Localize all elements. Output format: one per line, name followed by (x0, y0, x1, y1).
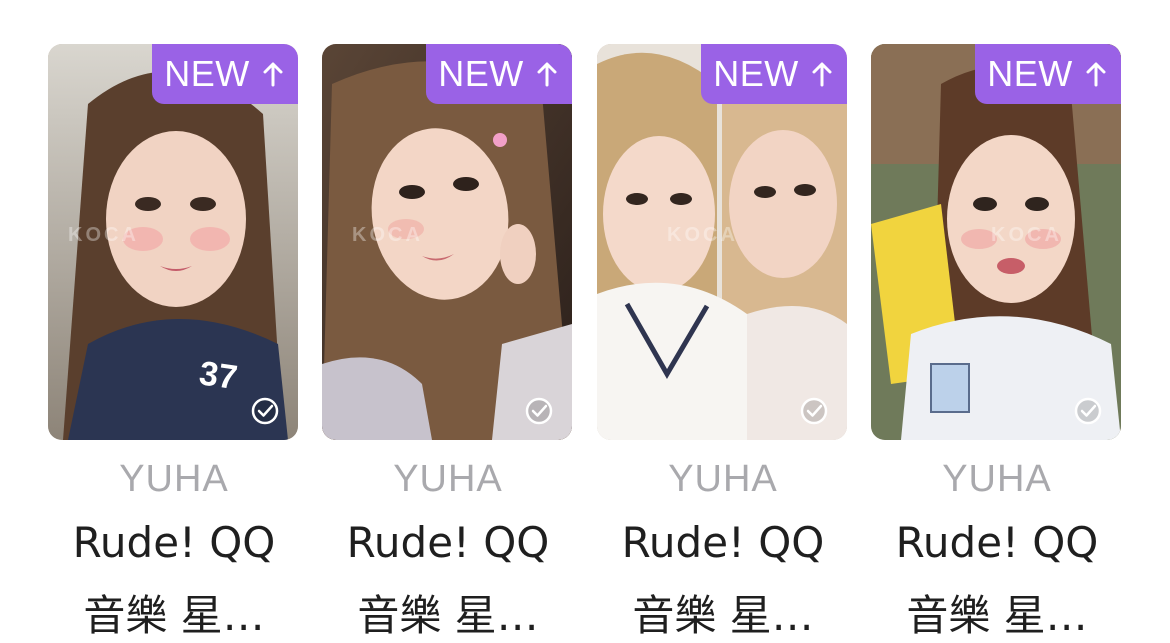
check-circle-icon[interactable] (799, 396, 829, 426)
arrow-up-icon (812, 62, 832, 87)
check-circle-icon[interactable] (1073, 396, 1103, 426)
photocard-item[interactable]: 37 KOCA NEW YUHA Rude! QQ 音樂 星… (48, 44, 300, 641)
new-badge: NEW (152, 44, 298, 104)
photocard-image[interactable]: 37 KOCA NEW (48, 44, 298, 440)
new-badge: NEW (701, 44, 847, 104)
new-badge-label: NEW (713, 53, 799, 94)
new-badge: NEW (426, 44, 572, 104)
arrow-up-icon (263, 62, 283, 87)
new-badge: NEW (975, 44, 1121, 104)
artist-name: YUHA (119, 458, 229, 500)
card-title-line1: Rude! QQ (72, 518, 276, 567)
photocard-image[interactable]: KOCA NEW (322, 44, 572, 440)
card-title-line2: 音樂 星… (83, 591, 265, 640)
new-badge-label: NEW (438, 53, 524, 94)
artist-name: YUHA (942, 458, 1052, 500)
card-title-line2: 音樂 星… (357, 591, 539, 640)
arrow-up-icon (537, 62, 557, 87)
check-circle-icon[interactable] (250, 396, 280, 426)
photocard-image[interactable]: KOCA NEW (871, 44, 1121, 440)
artist-name: YUHA (668, 458, 778, 500)
photocard-item[interactable]: KOCA NEW YUHA Rude! QQ 音樂 星… (597, 44, 849, 641)
photocard-image[interactable]: KOCA NEW (597, 44, 847, 440)
card-title-line2: 音樂 星… (632, 591, 814, 640)
photocard-item[interactable]: KOCA NEW YUHA Rude! QQ 音樂 星… (322, 44, 574, 641)
photocard-grid: 37 KOCA NEW YUHA Rude! QQ 音樂 星… KOCA NEW… (0, 0, 1170, 641)
new-badge-label: NEW (987, 53, 1073, 94)
card-title-line1: Rude! QQ (895, 518, 1099, 567)
card-title-line1: Rude! QQ (346, 518, 550, 567)
artist-name: YUHA (393, 458, 503, 500)
arrow-up-icon (1086, 62, 1106, 87)
card-title-line2: 音樂 星… (906, 591, 1088, 640)
check-circle-icon[interactable] (524, 396, 554, 426)
svg-text:37: 37 (197, 354, 240, 397)
new-badge-label: NEW (164, 53, 250, 94)
photocard-item[interactable]: KOCA NEW YUHA Rude! QQ 音樂 星… (871, 44, 1123, 641)
card-title-line1: Rude! QQ (621, 518, 825, 567)
